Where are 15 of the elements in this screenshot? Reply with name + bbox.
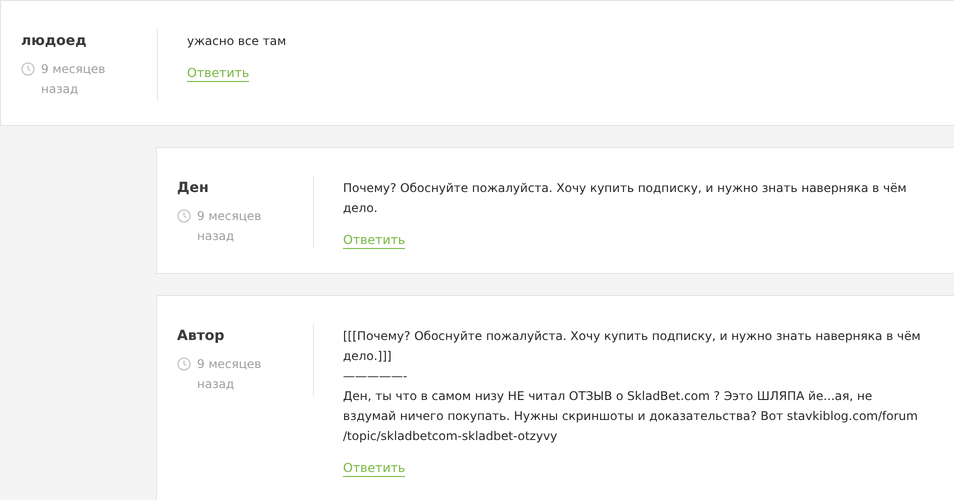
reply-link[interactable]: Ответить [343,460,406,477]
clock-icon [21,62,35,76]
comment-author: Автор [177,327,226,346]
comment-time: 9 месяцев назад [197,356,262,393]
clock-icon [177,357,191,371]
comment-time: 9 месяцев назад [41,61,106,98]
comment-author: людоед [21,32,88,51]
comment-text: ужасно все там [187,33,286,50]
clock-icon [177,209,191,223]
comment-text: [[[Почему? Обоснуйте пожалуйста. Хочу купить подписку, и нужно знать наверняка в чём дело.]]] —————- Ден, ты что в самом низу НЕ читал ОТЗЫВ о SkladBet.com ? Ээто ШЛЯПА йе...ая, не вздумай ничего покупать. Нужны скриншоты и доказательства? Вот stavkiblog.com/forum /topic/skladbetcom-skladbet-otzyvy [343,328,921,445]
reply-link[interactable]: Ответить [187,65,250,82]
comment-author: Ден [177,179,210,198]
comment-text: Почему? Обоснуйте пожалуйста. Хочу купить подписку, и нужно знать наверняка в чём дело. [343,180,907,217]
reply-link[interactable]: Ответить [343,232,406,249]
comment-time: 9 месяцев назад [197,208,262,245]
